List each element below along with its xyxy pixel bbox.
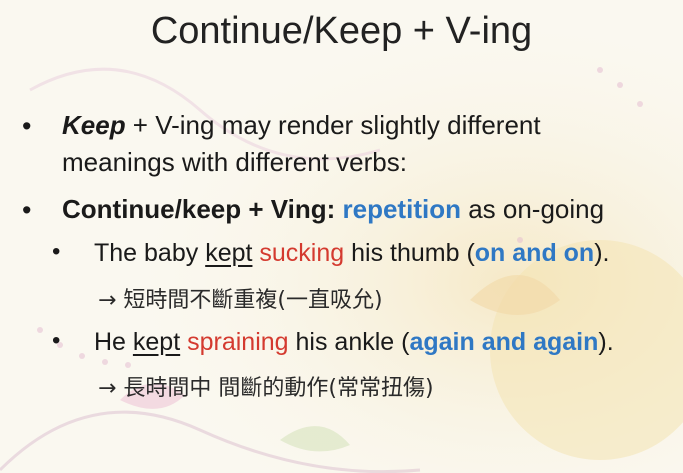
kept-word: kept <box>132 328 181 356</box>
slide: Continue/Keep + V-ing • Keep + V-ing may… <box>0 0 683 473</box>
continue-keep-label: Continue/keep + Ving: <box>62 194 336 224</box>
example-2-gloss: → 長時間中 間斷的動作(常常扭傷) <box>98 376 434 401</box>
phrase-again-and-again: again and again <box>409 328 599 356</box>
keep-keyword: Keep <box>62 110 126 140</box>
verb-sucking: sucking <box>259 239 345 267</box>
example-2-text: his ankle ( <box>288 328 410 356</box>
example-2-sentence: He kept spraining his ankle (again and a… <box>94 328 614 357</box>
phrase-on-and-on: on and on <box>474 239 595 267</box>
bullet-1-text: + V-ing may render slightly different <box>125 110 541 140</box>
example-1-text: The baby <box>94 239 206 267</box>
bullet-marker: • <box>22 195 32 225</box>
example-2-text: He <box>94 328 133 356</box>
repetition-keyword: repetition <box>342 194 461 224</box>
kept-word: kept <box>205 239 253 267</box>
example-2-text: ). <box>598 328 614 356</box>
example-1-text: his thumb ( <box>344 239 475 267</box>
bullet-marker: • <box>22 111 32 141</box>
bullet-1-line-1: Keep + V-ing may render slightly differe… <box>62 110 541 141</box>
slide-title: Continue/Keep + V-ing <box>150 10 533 52</box>
example-1-gloss: → 短時間不斷重複(一直吸允) <box>98 288 383 313</box>
example-1-text: ). <box>594 239 610 267</box>
example-1-sentence: The baby kept sucking his thumb (on and … <box>94 239 609 268</box>
bullet-2-line: Continue/keep + Ving: repetition as on-g… <box>62 194 604 225</box>
bullet-2-text: as on-going <box>460 194 605 224</box>
verb-spraining: spraining <box>187 328 289 356</box>
bullet-1-line-2: meanings with different verbs: <box>62 147 407 177</box>
sub-bullet-marker: • <box>52 327 61 354</box>
decorative-background <box>0 0 683 473</box>
sub-bullet-marker: • <box>52 238 61 265</box>
